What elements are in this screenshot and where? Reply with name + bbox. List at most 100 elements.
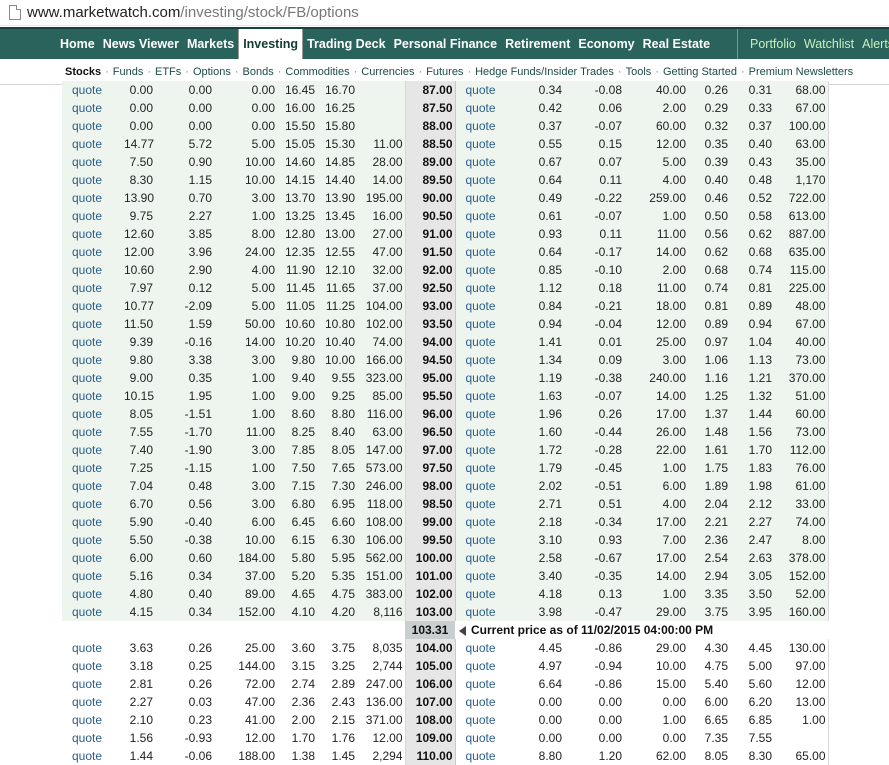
put-quote-link[interactable]: quote xyxy=(455,225,518,243)
put-quote-link[interactable]: quote xyxy=(455,711,518,729)
call-quote-link[interactable]: quote xyxy=(62,171,122,189)
put-quote-link[interactable]: quote xyxy=(455,549,518,567)
put-quote-link[interactable]: quote xyxy=(455,99,518,117)
call-quote-link[interactable]: quote xyxy=(62,603,122,621)
put-quote-link[interactable]: quote xyxy=(455,387,518,405)
put-quote-link[interactable]: quote xyxy=(455,459,518,477)
call-quote-link[interactable]: quote xyxy=(62,207,122,225)
subnav-item-futures[interactable]: Futures xyxy=(423,66,466,78)
nav-item-investing[interactable]: Investing xyxy=(238,29,304,61)
put-quote-link[interactable]: quote xyxy=(455,243,518,261)
put-quote-link[interactable]: quote xyxy=(455,153,518,171)
nav-link-portfolio[interactable]: Portfolio xyxy=(746,29,800,59)
subnav-item-options[interactable]: Options xyxy=(190,66,234,78)
subnav-item-bonds[interactable]: Bonds xyxy=(240,66,277,78)
put-quote-link[interactable]: quote xyxy=(455,261,518,279)
put-quote-link[interactable]: quote xyxy=(455,333,518,351)
subnav-item-tools[interactable]: Tools xyxy=(623,66,655,78)
call-quote-link[interactable]: quote xyxy=(62,729,122,747)
nav-item-real-estate[interactable]: Real Estate xyxy=(639,29,714,59)
put-quote-link[interactable]: quote xyxy=(455,441,518,459)
call-quote-link[interactable]: quote xyxy=(62,477,122,495)
nav-item-trading-deck[interactable]: Trading Deck xyxy=(303,29,390,59)
subnav-item-commodities[interactable]: Commodities xyxy=(282,66,352,78)
call-quote-link[interactable]: quote xyxy=(62,423,122,441)
nav-link-watchlist[interactable]: Watchlist xyxy=(800,29,858,59)
call-quote-link[interactable]: quote xyxy=(62,693,122,711)
put-quote-link[interactable]: quote xyxy=(455,351,518,369)
call-quote-link[interactable]: quote xyxy=(62,99,122,117)
call-quote-link[interactable]: quote xyxy=(62,495,122,513)
call-quote-link[interactable]: quote xyxy=(62,189,122,207)
put-quote-link[interactable]: quote xyxy=(455,315,518,333)
subnav-item-funds[interactable]: Funds xyxy=(110,66,147,78)
nav-item-news-viewer[interactable]: News Viewer xyxy=(99,29,183,59)
call-quote-link[interactable]: quote xyxy=(62,135,122,153)
nav-item-personal-finance[interactable]: Personal Finance xyxy=(390,29,502,59)
nav-link-alerts[interactable]: Alerts xyxy=(858,29,889,59)
call-quote-link[interactable]: quote xyxy=(62,225,122,243)
call-quote-link[interactable]: quote xyxy=(62,567,122,585)
put-quote-link[interactable]: quote xyxy=(455,117,518,135)
call-quote-link[interactable]: quote xyxy=(62,369,122,387)
call-quote-link[interactable]: quote xyxy=(62,711,122,729)
put-quote-link[interactable]: quote xyxy=(455,405,518,423)
put-quote-link[interactable]: quote xyxy=(455,531,518,549)
call-quote-link[interactable]: quote xyxy=(62,585,122,603)
put-quote-link[interactable]: quote xyxy=(455,567,518,585)
put-quote-link[interactable]: quote xyxy=(455,675,518,693)
url-text[interactable]: www.marketwatch.com/investing/stock/FB/o… xyxy=(27,4,359,21)
call-quote-link[interactable]: quote xyxy=(62,405,122,423)
call-quote-link[interactable]: quote xyxy=(62,315,122,333)
put-quote-link[interactable]: quote xyxy=(455,693,518,711)
nav-item-economy[interactable]: Economy xyxy=(574,29,638,59)
nav-item-retirement[interactable]: Retirement xyxy=(501,29,574,59)
put-quote-link[interactable]: quote xyxy=(455,171,518,189)
put-quote-link[interactable]: quote xyxy=(455,477,518,495)
put-quote-link[interactable]: quote xyxy=(455,279,518,297)
call-quote-link[interactable]: quote xyxy=(62,639,122,657)
put-quote-link[interactable]: quote xyxy=(455,657,518,675)
call-quote-link[interactable]: quote xyxy=(62,333,122,351)
put-quote-link[interactable]: quote xyxy=(455,369,518,387)
subnav-item-hedge-funds-insider-trades[interactable]: Hedge Funds/Insider Trades xyxy=(472,66,617,78)
subnav-item-etfs[interactable]: ETFs xyxy=(152,66,184,78)
subnav-item-currencies[interactable]: Currencies xyxy=(358,66,417,78)
call-quote-link[interactable]: quote xyxy=(62,657,122,675)
call-quote-link[interactable]: quote xyxy=(62,297,122,315)
put-quote-link[interactable]: quote xyxy=(455,747,518,765)
put-quote-link[interactable]: quote xyxy=(455,135,518,153)
nav-item-markets[interactable]: Markets xyxy=(183,29,238,59)
put-quote-link[interactable]: quote xyxy=(455,423,518,441)
put-quote-link[interactable]: quote xyxy=(455,207,518,225)
call-quote-link[interactable]: quote xyxy=(62,153,122,171)
put-quote-link[interactable]: quote xyxy=(455,585,518,603)
call-quote-link[interactable]: quote xyxy=(62,675,122,693)
call-quote-link[interactable]: quote xyxy=(62,459,122,477)
put-quote-link[interactable]: quote xyxy=(455,189,518,207)
call-quote-link[interactable]: quote xyxy=(62,81,122,99)
call-quote-link[interactable]: quote xyxy=(62,351,122,369)
put-quote-link[interactable]: quote xyxy=(455,729,518,747)
subnav-item-stocks[interactable]: Stocks xyxy=(62,66,104,78)
call-quote-link[interactable]: quote xyxy=(62,117,122,135)
call-quote-link[interactable]: quote xyxy=(62,279,122,297)
call-quote-link[interactable]: quote xyxy=(62,531,122,549)
call-quote-link[interactable]: quote xyxy=(62,387,122,405)
call-quote-link[interactable]: quote xyxy=(62,549,122,567)
put-quote-link[interactable]: quote xyxy=(455,603,518,621)
call-quote-link[interactable]: quote xyxy=(62,441,122,459)
call-quote-link[interactable]: quote xyxy=(62,261,122,279)
call-quote-link[interactable]: quote xyxy=(62,513,122,531)
put-quote-link[interactable]: quote xyxy=(455,639,518,657)
nav-item-home[interactable]: Home xyxy=(56,29,99,59)
subnav-item-getting-started[interactable]: Getting Started xyxy=(660,66,740,78)
address-bar[interactable]: www.marketwatch.com/investing/stock/FB/o… xyxy=(0,0,889,26)
put-quote-link[interactable]: quote xyxy=(455,297,518,315)
put-quote-link[interactable]: quote xyxy=(455,81,518,99)
subnav-item-premium-newsletters[interactable]: Premium Newsletters xyxy=(746,66,857,78)
call-quote-link[interactable]: quote xyxy=(62,243,122,261)
call-quote-link[interactable]: quote xyxy=(62,747,122,765)
put-quote-link[interactable]: quote xyxy=(455,495,518,513)
put-quote-link[interactable]: quote xyxy=(455,513,518,531)
